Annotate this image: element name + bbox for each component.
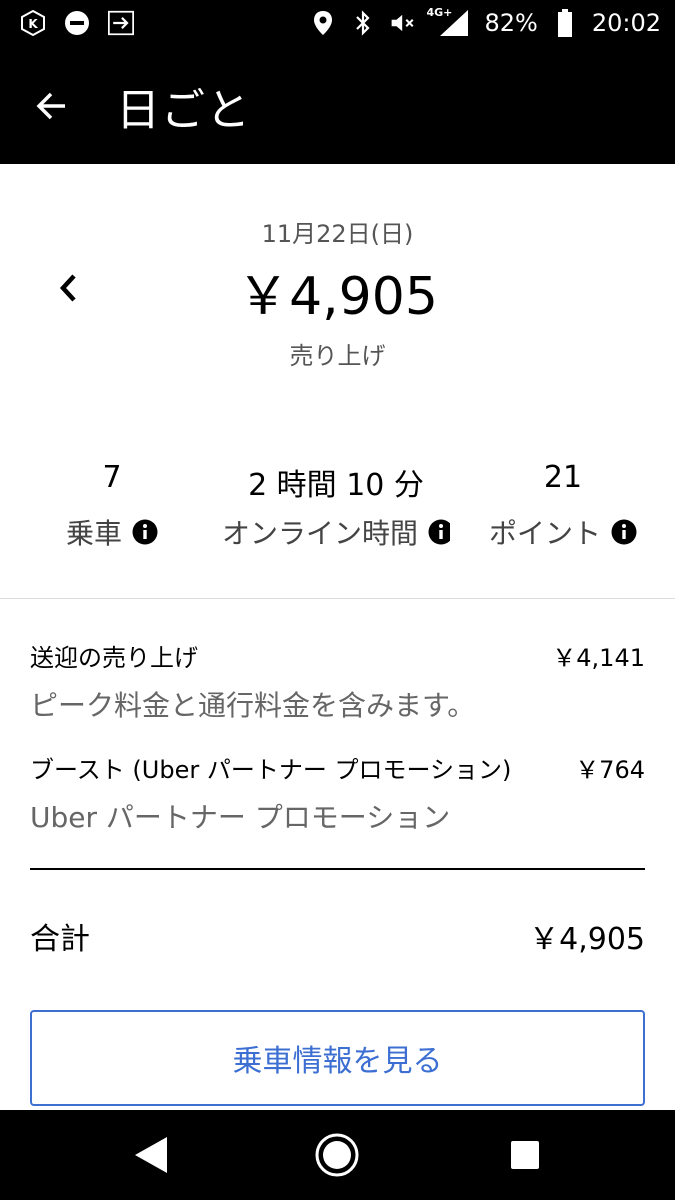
points-label: ポイント <box>488 517 601 550</box>
boost-label: ブースト (Uber パートナー プロモーション) <box>30 756 512 784</box>
stat-online-time: 2 時間 10 分 オンライン時間 <box>222 460 450 552</box>
total-label: 合計 <box>30 922 90 957</box>
date-label: 11月22日(日) <box>261 220 414 248</box>
info-icon[interactable] <box>132 519 158 545</box>
info-icon[interactable] <box>611 519 637 545</box>
view-trips-button[interactable]: 乗車情報を見る <box>30 1010 645 1106</box>
info-icon[interactable] <box>428 519 450 545</box>
signal-icon: 4G+ <box>426 6 470 36</box>
fares-row: 送迎の売り上げ ￥4,141 <box>30 638 645 673</box>
divider <box>0 598 675 599</box>
fares-note: ピーク料金と通行料金を含みます。 <box>30 689 476 722</box>
status-bar: K 4G+ 82% 20:02 <box>0 0 675 46</box>
bluetooth-icon <box>350 10 376 36</box>
boost-amount: ￥764 <box>575 756 645 784</box>
total-row: 合計 ￥4,905 <box>30 914 645 958</box>
app-bar: 日ごと <box>0 46 675 164</box>
back-button[interactable] <box>30 84 74 128</box>
nav-home-button[interactable] <box>314 1132 360 1178</box>
boost-row: ブースト (Uber パートナー プロモーション) ￥764 <box>30 750 645 785</box>
network-type: 4G+ <box>426 6 453 19</box>
divider <box>30 868 645 870</box>
system-nav-bar <box>0 1110 675 1200</box>
minus-circle-icon <box>64 10 90 36</box>
earnings-caption: 売り上げ <box>289 342 386 370</box>
battery-percent: 82% <box>484 9 538 37</box>
online-value: 2 時間 10 分 <box>248 468 424 503</box>
location-icon <box>310 10 336 36</box>
total-amount: ￥4,905 <box>529 922 645 957</box>
page-title: 日ごと <box>116 85 251 136</box>
nav-back-button[interactable] <box>128 1132 174 1178</box>
fares-amount: ￥4,141 <box>552 644 645 672</box>
svg-text:K: K <box>28 17 38 31</box>
k-app-icon: K <box>20 10 46 36</box>
triangle-back-icon <box>135 1137 167 1173</box>
boost-note: Uber パートナー プロモーション <box>30 801 451 834</box>
points-value: 21 <box>543 460 583 495</box>
rides-label: 乗車 <box>65 517 122 550</box>
square-recents-icon <box>511 1141 539 1169</box>
battery-icon <box>552 9 578 37</box>
earnings-summary: 11月22日(日) ￥4,905 売り上げ 7 乗車 2 時間 10 分 オンラ… <box>0 164 675 598</box>
arrow-left-icon <box>36 92 65 120</box>
stat-points: 21 ポイント <box>478 460 648 552</box>
online-label: オンライン時間 <box>222 517 419 550</box>
rides-value: 7 <box>102 460 122 495</box>
arrow-box-icon <box>108 10 134 36</box>
earnings-amount: ￥4,905 <box>237 267 438 327</box>
home-circle-icon <box>315 1133 359 1177</box>
fares-label: 送迎の売り上げ <box>30 644 198 672</box>
stat-rides: 7 乗車 <box>56 460 168 552</box>
clock: 20:02 <box>591 9 661 37</box>
nav-recents-button[interactable] <box>502 1132 548 1178</box>
mute-icon <box>390 10 416 36</box>
